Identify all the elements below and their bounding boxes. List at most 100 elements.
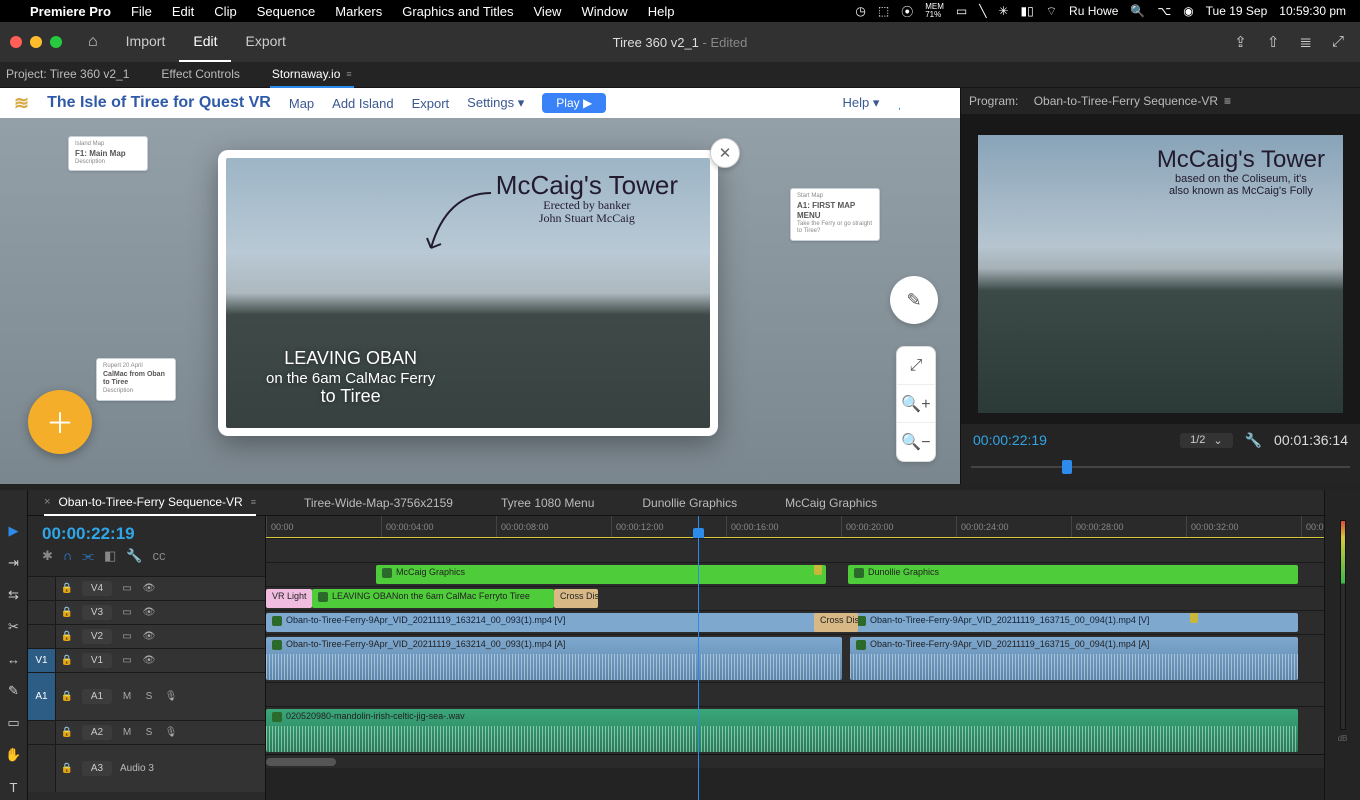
sequence-tab-1080menu[interactable]: Tyree 1080 Menu bbox=[501, 490, 594, 516]
track-head-v1[interactable]: V1🔒 V1 ▭ 👁 bbox=[28, 648, 265, 672]
timeline-timecode[interactable]: 00:00:22:19 bbox=[28, 516, 265, 548]
tl-opt-link-icon[interactable]: ⫘ bbox=[82, 548, 94, 564]
track-head-a3[interactable]: 🔒 A3 Audio 3 bbox=[28, 744, 265, 792]
lock-icon[interactable]: 🔒 bbox=[56, 631, 78, 642]
tl-opt-markers-icon[interactable]: ◧ bbox=[104, 548, 116, 564]
workspace-layout-icon[interactable]: ≣ bbox=[1299, 33, 1312, 51]
stornaway-nav-map[interactable]: Map bbox=[289, 96, 314, 111]
panel-menu-icon[interactable]: ≡ bbox=[346, 69, 351, 79]
lock-icon[interactable]: 🔒 bbox=[56, 583, 78, 594]
share-icon[interactable]: ⇧ bbox=[1267, 33, 1280, 51]
tool-rectangle-icon[interactable]: ▭ bbox=[5, 714, 23, 732]
track-a1[interactable]: Oban-to-Tiree-Ferry-9Apr_VID_20211119_16… bbox=[266, 634, 1324, 682]
tool-hand-icon[interactable]: ✋ bbox=[5, 746, 23, 764]
window-traffic-lights[interactable] bbox=[10, 36, 62, 48]
sequence-panel-menu-icon[interactable]: ≡ bbox=[251, 497, 256, 507]
tl-opt-settings-icon[interactable]: 🔧 bbox=[126, 548, 142, 564]
stornaway-zoom-fit-icon[interactable]: ⤢ bbox=[897, 347, 935, 385]
lock-icon[interactable]: 🔒 bbox=[56, 763, 78, 774]
track-v4[interactable] bbox=[266, 538, 1324, 562]
sequence-tab-close-icon[interactable]: × bbox=[44, 496, 50, 508]
cc-cloud-icon[interactable]: ◷ bbox=[849, 4, 871, 18]
tool-ripple-icon[interactable]: ⇆ bbox=[5, 586, 23, 604]
storn-card-start-map[interactable]: Start Map A1: FIRST MAP MENU Take the Fe… bbox=[790, 188, 880, 241]
menu-clip[interactable]: Clip bbox=[204, 4, 246, 19]
workspace-tab-import[interactable]: Import bbox=[112, 22, 180, 62]
toggle-output-icon[interactable]: ▭ bbox=[116, 655, 138, 666]
toggle-mute-icon[interactable]: M bbox=[116, 691, 138, 702]
clip-v1-a[interactable]: Oban-to-Tiree-Ferry-9Apr_VID_20211119_16… bbox=[266, 613, 842, 632]
timeline-playhead[interactable] bbox=[698, 516, 699, 800]
macos-time[interactable]: 10:59:30 pm bbox=[1273, 4, 1352, 18]
clip-marker-icon[interactable] bbox=[814, 565, 822, 575]
sequence-tab-widemap[interactable]: Tiree-Wide-Map-3756x2159 bbox=[304, 490, 453, 516]
track-a3[interactable]: 020520980-mandolin-irish-celtic-jig-sea-… bbox=[266, 706, 1324, 754]
record-icon[interactable]: ⦿ bbox=[895, 3, 919, 20]
storn-card-rupert[interactable]: Rupert 20 April CalMac from Oban to Tire… bbox=[96, 358, 176, 401]
program-settings-icon[interactable]: 🔧 bbox=[1245, 432, 1262, 449]
clip-a1-a[interactable]: Oban-to-Tiree-Ferry-9Apr_VID_20211119_16… bbox=[266, 637, 842, 680]
stornaway-edit-fab[interactable]: ✎ bbox=[890, 276, 938, 324]
macos-user[interactable]: Ru Howe bbox=[1063, 4, 1124, 18]
toggle-voiceover-icon[interactable]: 🎙 bbox=[160, 727, 182, 738]
control-centre-icon[interactable]: ⌥ bbox=[1151, 4, 1177, 18]
panel-tab-stornaway[interactable]: Stornaway.io≡ bbox=[270, 62, 354, 88]
clip-cross-dissolve-v2[interactable]: Cross Dis bbox=[554, 589, 598, 608]
track-head-a1[interactable]: A1🔒 A1 M S 🎙 bbox=[28, 672, 265, 720]
sequence-tab-mccaig[interactable]: McCaig Graphics bbox=[785, 490, 877, 516]
tool-track-select-icon[interactable]: ⇥ bbox=[5, 554, 23, 572]
clip-marker-icon[interactable] bbox=[1190, 613, 1198, 623]
stornaway-nav-export[interactable]: Export bbox=[412, 96, 450, 111]
toggle-eye-icon[interactable]: 👁 bbox=[138, 607, 160, 618]
siri-icon[interactable]: ◉ bbox=[1177, 4, 1199, 18]
track-head-v4[interactable]: 🔒 V4 ▭ 👁 bbox=[28, 576, 265, 600]
lock-icon[interactable]: 🔒 bbox=[56, 691, 78, 702]
panel-tab-project[interactable]: Project: Tiree 360 v2_1 bbox=[4, 62, 131, 88]
timeline-tracks[interactable]: 00:0000:00:04:0000:00:08:00 00:00:12:000… bbox=[266, 516, 1324, 800]
stornaway-canvas[interactable]: Island Map F1: Main Map Description Star… bbox=[0, 118, 960, 484]
track-head-v2[interactable]: 🔒 V2 ▭ 👁 bbox=[28, 624, 265, 648]
window-close-icon[interactable] bbox=[10, 36, 22, 48]
bluetooth-icon[interactable]: ✳ bbox=[992, 4, 1014, 18]
lock-icon[interactable]: 🔒 bbox=[56, 607, 78, 618]
tool-pen-icon[interactable]: ✎ bbox=[5, 682, 23, 700]
toggle-eye-icon[interactable]: 👁 bbox=[138, 655, 160, 666]
lock-icon[interactable]: 🔒 bbox=[56, 727, 78, 738]
toggle-output-icon[interactable]: ▭ bbox=[116, 607, 138, 618]
panel-tab-effect-controls[interactable]: Effect Controls bbox=[159, 62, 241, 88]
tool-selection-icon[interactable]: ▶ bbox=[5, 522, 23, 540]
clip-leaving-oban[interactable]: LEAVING OBANon the 6am CalMac Ferryto Ti… bbox=[312, 589, 554, 608]
clip-music[interactable]: 020520980-mandolin-irish-celtic-jig-sea-… bbox=[266, 709, 1298, 752]
clip-v1-b[interactable]: Oban-to-Tiree-Ferry-9Apr_VID_20211119_16… bbox=[850, 613, 1298, 632]
clip-vr-light[interactable]: VR Light bbox=[266, 589, 312, 608]
stornaway-add-fab[interactable]: ＋ bbox=[28, 390, 92, 454]
program-scrub-bar[interactable] bbox=[971, 456, 1350, 478]
toggle-eye-icon[interactable]: 👁 bbox=[138, 583, 160, 594]
window-zoom-icon[interactable] bbox=[50, 36, 62, 48]
window-minimize-icon[interactable] bbox=[30, 36, 42, 48]
toggle-output-icon[interactable]: ▭ bbox=[116, 583, 138, 594]
workspace-tab-edit[interactable]: Edit bbox=[179, 22, 231, 62]
clip-dunollie-graphics[interactable]: Dunollie Graphics bbox=[848, 565, 1298, 584]
scrollbar-thumb[interactable] bbox=[266, 758, 336, 766]
stornaway-zoom-in-icon[interactable]: 🔍+ bbox=[897, 385, 935, 423]
toggle-voiceover-icon[interactable]: 🎙 bbox=[160, 691, 182, 702]
stornaway-nav-add[interactable]: Add Island bbox=[332, 96, 393, 111]
storn-card-island-map[interactable]: Island Map F1: Main Map Description bbox=[68, 136, 148, 171]
program-panel-menu-icon[interactable]: ≡ bbox=[1224, 94, 1231, 108]
menu-markers[interactable]: Markers bbox=[325, 4, 392, 19]
program-video-frame[interactable]: McCaig's Tower based on the Coliseum, it… bbox=[978, 135, 1343, 413]
tool-slip-icon[interactable]: ↔ bbox=[5, 650, 23, 668]
menu-view[interactable]: View bbox=[524, 4, 572, 19]
program-timecode-current[interactable]: 00:00:22:19 bbox=[973, 432, 1047, 448]
battery-icon[interactable]: ▮▯ bbox=[1015, 4, 1040, 18]
track-head-v3[interactable]: 🔒 V3 ▭ 👁 bbox=[28, 600, 265, 624]
stornaway-help-button[interactable]: Help ▾ bbox=[843, 95, 880, 111]
toggle-solo-icon[interactable]: S bbox=[138, 727, 160, 738]
wifi-icon[interactable]: ⌔ bbox=[1040, 4, 1063, 19]
tool-razor-icon[interactable]: ✂ bbox=[5, 618, 23, 636]
lock-icon[interactable]: 🔒 bbox=[56, 655, 78, 666]
program-tab[interactable]: Program: Oban-to-Tiree-Ferry Sequence-VR… bbox=[969, 94, 1231, 108]
menu-file[interactable]: File bbox=[121, 4, 162, 19]
stornaway-zoom-out-icon[interactable]: 🔍− bbox=[897, 423, 935, 461]
